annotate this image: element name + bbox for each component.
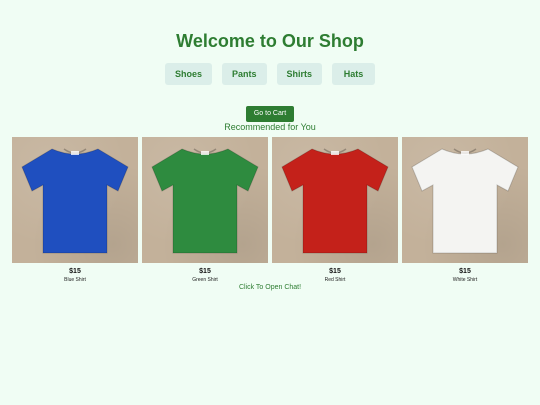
product-price: $15 (199, 268, 211, 275)
category-button-hats[interactable]: Hats (332, 63, 376, 85)
product-image-red-shirt[interactable] (272, 137, 398, 263)
category-button-shirts[interactable]: Shirts (276, 63, 323, 85)
product-price: $15 (69, 268, 81, 275)
t-shirt-icon (21, 148, 129, 254)
t-shirt-icon (151, 148, 259, 254)
product-image-green-shirt[interactable] (142, 137, 268, 263)
product-image-blue-shirt[interactable] (12, 137, 138, 263)
page-title: Welcome to Our Shop (176, 31, 364, 51)
product-price: $15 (459, 268, 471, 275)
category-nav: Shoes Pants Shirts Hats (0, 63, 540, 85)
category-button-shoes[interactable]: Shoes (164, 63, 212, 85)
product-price: $15 (329, 268, 341, 275)
open-chat-link[interactable]: Click To Open Chat! (0, 283, 540, 292)
t-shirt-icon (281, 148, 389, 254)
t-shirt-icon (411, 148, 519, 254)
go-to-cart-button[interactable]: Go to Cart (246, 106, 294, 122)
product-card[interactable]: $15 Green Shirt (142, 137, 268, 284)
product-grid: $15 Blue Shirt $15 Green Shirt $15 Red S… (12, 137, 528, 287)
product-image-white-shirt[interactable] (402, 137, 528, 263)
product-card[interactable]: $15 White Shirt (402, 137, 528, 284)
product-card[interactable]: $15 Blue Shirt (12, 137, 138, 284)
recommended-heading: Recommended for You (224, 122, 316, 132)
category-button-pants[interactable]: Pants (221, 63, 267, 85)
product-card[interactable]: $15 Red Shirt (272, 137, 398, 284)
